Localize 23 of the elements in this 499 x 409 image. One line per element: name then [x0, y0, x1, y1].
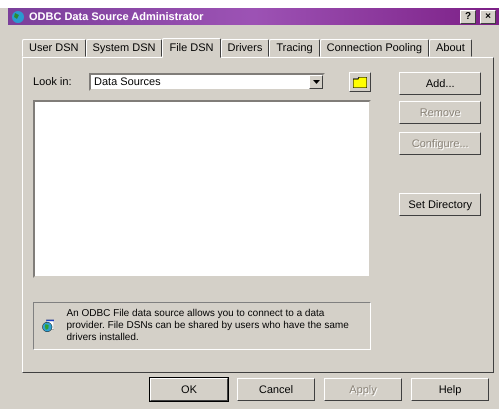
tab[interactable]: Tracing — [269, 39, 320, 57]
window-title: ODBC Data Source Administrator — [29, 10, 204, 22]
dropdown-button[interactable] — [309, 75, 324, 89]
dialog-button[interactable]: Help — [411, 378, 489, 401]
caret-icon — [312, 80, 320, 84]
folder-icon — [353, 76, 368, 88]
side-button[interactable]: Add... — [399, 72, 481, 95]
folder-button[interactable] — [349, 72, 372, 92]
tab[interactable]: About — [429, 39, 472, 57]
tab[interactable]: User DSN — [22, 39, 86, 57]
side-button[interactable]: Set Directory — [399, 193, 481, 216]
dialog-button[interactable]: OK — [150, 378, 228, 401]
look-in-label: Look in: — [33, 76, 73, 88]
dialog-button[interactable]: Cancel — [237, 378, 315, 401]
close-button[interactable]: × — [480, 10, 496, 24]
tab[interactable]: File DSN — [162, 38, 220, 58]
globe-icon — [11, 10, 25, 24]
help-button[interactable]: ? — [460, 10, 476, 24]
tab[interactable]: Drivers — [220, 39, 270, 57]
tab[interactable]: System DSN — [86, 39, 162, 57]
info-text: An ODBC File data source allows you to connect to a data provider. File DSNs can be shared by users who have the same drivers installed. — [66, 308, 350, 344]
tab[interactable]: Connection Pooling — [320, 39, 430, 57]
look-in-dropdown[interactable]: Data Sources — [89, 73, 326, 91]
